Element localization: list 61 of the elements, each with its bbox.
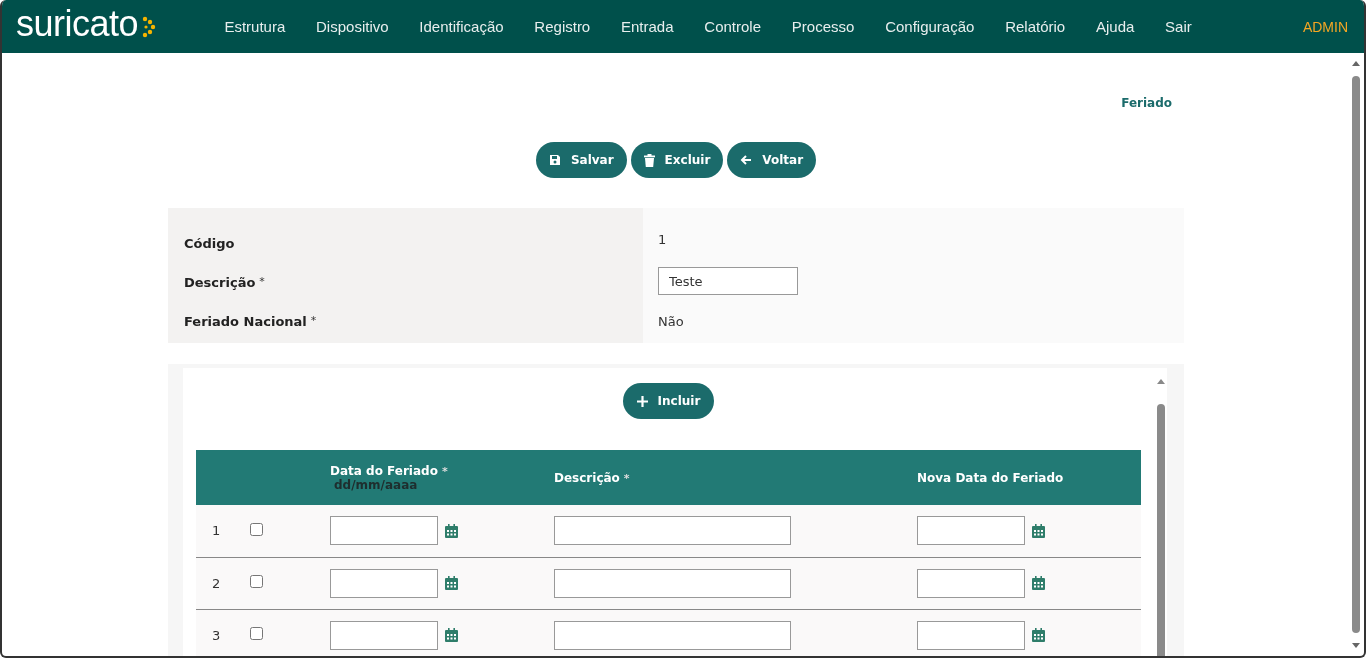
scroll-up-icon[interactable] — [1352, 60, 1360, 66]
field-label: Descrição — [184, 275, 256, 290]
row-number: 1 — [212, 523, 221, 539]
scrollbar[interactable] — [1155, 368, 1167, 656]
description-input[interactable] — [554, 620, 791, 650]
nav-link[interactable]: Dispositivo — [300, 18, 404, 35]
row-number: 2 — [212, 575, 221, 591]
user-name[interactable]: ADMIN — [1302, 18, 1348, 35]
logo-text: suricato — [16, 5, 139, 42]
plus-icon — [636, 395, 648, 407]
scroll-up-icon[interactable] — [1157, 378, 1165, 384]
calendar-icon[interactable] — [445, 628, 458, 642]
nav-link[interactable]: Ajuda — [1080, 18, 1150, 35]
nav-link[interactable]: Entrada — [605, 18, 689, 35]
date-input[interactable] — [917, 516, 1025, 546]
date-input[interactable] — [917, 568, 1025, 598]
row-checkbox[interactable] — [250, 522, 263, 536]
left-arrow-icon — [740, 154, 753, 166]
calendar-icon[interactable] — [445, 576, 458, 590]
row-checkbox[interactable] — [250, 627, 263, 640]
column-header: Nova Data do Feriado — [917, 470, 1064, 485]
required-mark: * — [310, 314, 317, 327]
calendar-icon[interactable] — [1032, 523, 1045, 538]
nav-link[interactable]: Sair — [1149, 18, 1208, 35]
nav-link[interactable]: Controle — [688, 18, 777, 35]
nav-link[interactable]: Relatório — [989, 18, 1081, 35]
field-value: 1 — [658, 232, 667, 247]
date-input[interactable] — [330, 568, 438, 598]
calendar-icon[interactable] — [445, 523, 458, 538]
calendar-icon[interactable] — [1032, 576, 1045, 590]
date-input[interactable] — [917, 620, 1025, 650]
column-header: Data do Feriado — [330, 463, 438, 478]
date-format-hint: dd/mm/aaaa — [333, 477, 419, 492]
action-button[interactable]: Excluir — [630, 142, 724, 178]
nav-link[interactable]: Registro — [518, 18, 606, 35]
date-input[interactable] — [330, 620, 438, 650]
description-input[interactable]: Teste — [658, 267, 798, 295]
nav-link[interactable]: Configuração — [869, 18, 990, 35]
trash-icon — [643, 153, 655, 167]
row-checkbox[interactable] — [250, 575, 263, 588]
calendar-icon[interactable] — [1032, 628, 1045, 642]
row-number: 3 — [212, 627, 221, 643]
required-mark: * — [623, 471, 630, 485]
action-button[interactable]: Voltar — [727, 142, 817, 178]
date-input[interactable] — [330, 516, 438, 546]
logo-dots-icon — [140, 15, 157, 38]
nav-link[interactable]: Estrutura — [209, 18, 301, 35]
required-mark: * — [441, 464, 448, 478]
required-mark: * — [259, 275, 265, 288]
field-label: Feriado Nacional — [184, 314, 307, 329]
description-input[interactable] — [554, 516, 791, 546]
field-value: Não — [658, 314, 684, 329]
description-input[interactable] — [554, 568, 791, 598]
nav-link[interactable]: Processo — [776, 18, 870, 35]
add-button[interactable]: Incluir — [622, 383, 715, 419]
page-title: Feriado — [1121, 96, 1172, 110]
nav-link[interactable]: Identificação — [403, 18, 519, 35]
action-button[interactable]: Salvar — [535, 142, 627, 178]
field-label: Código — [184, 236, 235, 251]
column-header: Descrição — [554, 470, 620, 485]
scroll-down-icon[interactable] — [1352, 643, 1360, 649]
